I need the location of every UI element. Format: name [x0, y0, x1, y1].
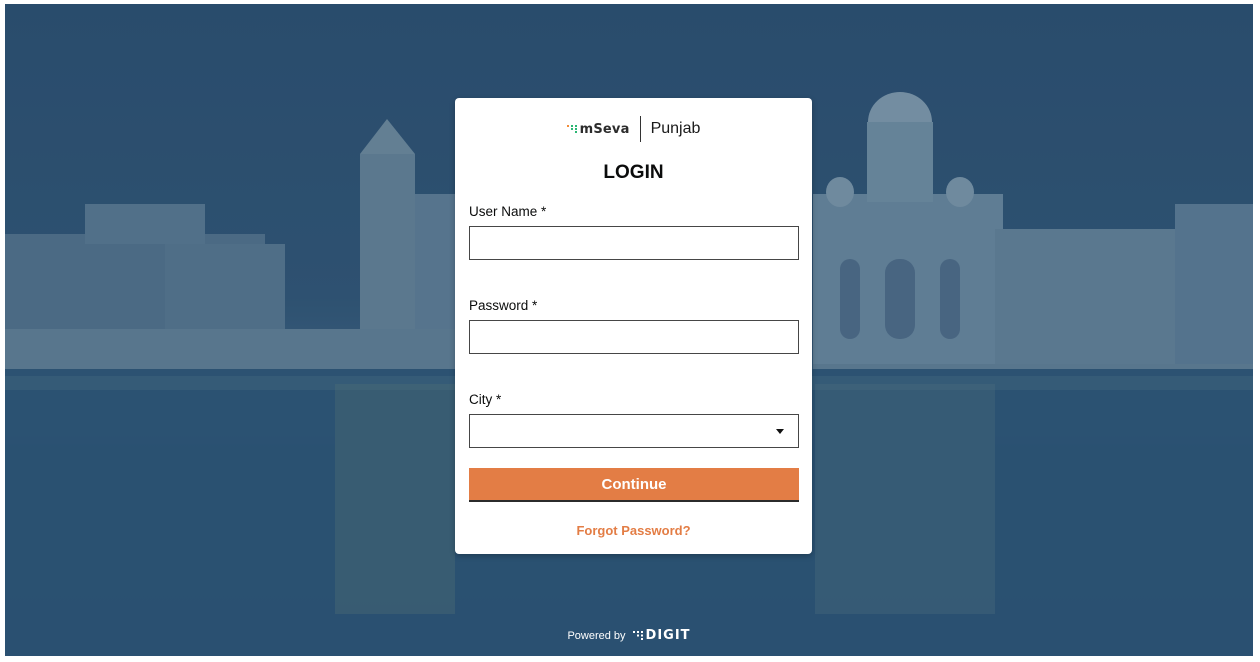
- logo-divider: [639, 116, 641, 142]
- city-dropdown[interactable]: [469, 414, 799, 448]
- mseva-logo: mSeva: [566, 121, 630, 137]
- password-input[interactable]: [469, 320, 799, 354]
- powered-by-label: Powered by: [567, 629, 626, 642]
- login-card: mSeva Punjab LOGIN User Name * Password …: [455, 98, 812, 554]
- state-name: Punjab: [650, 120, 701, 137]
- username-input[interactable]: [469, 226, 799, 260]
- digit-logo-icon: [632, 631, 643, 640]
- powered-by-footer: Powered by DIGIT: [5, 628, 1253, 643]
- forgot-password-link[interactable]: Forgot Password?: [455, 523, 812, 538]
- digit-logo: DIGIT: [632, 628, 691, 643]
- city-label: City *: [469, 392, 502, 407]
- product-name: mSeva: [579, 121, 630, 137]
- username-label: User Name *: [469, 204, 547, 219]
- page-title: LOGIN: [603, 162, 664, 183]
- continue-button[interactable]: Continue: [469, 468, 799, 502]
- platform-name: DIGIT: [645, 628, 691, 643]
- chevron-down-icon[interactable]: [776, 429, 784, 434]
- login-page-background: mSeva Punjab LOGIN User Name * Password …: [5, 4, 1253, 656]
- header-logo: mSeva Punjab: [455, 112, 812, 146]
- mseva-logo-icon: [566, 125, 577, 133]
- password-label: Password *: [469, 298, 538, 313]
